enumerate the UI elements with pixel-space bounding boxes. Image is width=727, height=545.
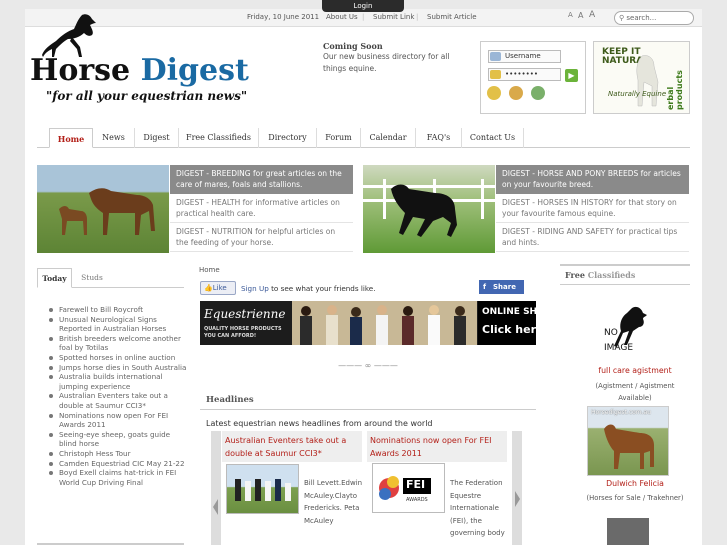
login-submit-button[interactable]: ▶	[565, 69, 578, 82]
site-logo[interactable]: Horse Digest	[30, 53, 249, 88]
headline-card-title[interactable]: Nominations now open For FEI Awards 2011	[367, 431, 507, 462]
current-date: Friday, 10 June 2011	[247, 13, 320, 21]
forgot-username-icon[interactable]	[509, 86, 523, 100]
headline-card-body: Bill Levett.Edwin McAuley.Clayto Frederi…	[304, 479, 363, 525]
headline-card-title[interactable]: Australian Eventers take out a double at…	[222, 431, 362, 462]
user-icon	[490, 52, 501, 61]
news-tabs: Today Studs	[37, 268, 184, 288]
about-us-link[interactable]: About Us	[326, 13, 358, 21]
classified-photo[interactable]	[607, 518, 649, 545]
nav-faqs[interactable]: FAQ's	[416, 128, 462, 148]
list-item[interactable]: Australian Eventers take out a double at…	[48, 391, 188, 410]
list-item[interactable]: Nominations now open For FEI Awards 2011	[48, 411, 188, 430]
list-item[interactable]: Spotted horses in online auction	[48, 353, 188, 363]
coming-soon-text: Our new business directory for all thing…	[323, 52, 450, 73]
classifieds-title: Free Classifieds	[560, 264, 690, 285]
facebook-icon: f	[483, 283, 487, 291]
headline-card[interactable]: Nominations now open For FEI Awards 2011…	[367, 431, 507, 545]
news-list: Farewell to Bill Roycroft Unusual Neurol…	[48, 305, 188, 487]
list-item[interactable]: Boyd Exell claims hat-trick in FEI World…	[48, 468, 188, 487]
classified-category: (Agistment / Agistment Available)	[595, 382, 675, 402]
nav-calendar[interactable]: Calendar	[361, 128, 416, 148]
register-icon[interactable]	[531, 86, 545, 100]
no-image-placeholder[interactable]: NO IMAGE	[587, 301, 669, 361]
headlines-subtitle: Latest equestrian news headlines from ar…	[206, 419, 433, 428]
nav-contact-us[interactable]: Contact Us	[462, 128, 524, 148]
feature-breeding[interactable]: DIGEST - BREEDING for great articles on …	[170, 165, 353, 194]
headline-card[interactable]: Australian Eventers take out a double at…	[222, 431, 362, 545]
username-field[interactable]: Username	[488, 50, 561, 63]
font-size-small-button[interactable]: A	[568, 11, 573, 19]
font-size-large-button[interactable]: A	[589, 10, 595, 20]
classified-title[interactable]: Dulwich Felicia	[560, 479, 710, 488]
facebook-signup-link[interactable]: Sign Up	[241, 284, 269, 293]
list-item[interactable]: Farewell to Bill Roycroft	[48, 305, 188, 315]
facebook-like-button[interactable]: 👍Like	[200, 281, 236, 295]
lock-icon: ▶	[568, 71, 575, 80]
feature-history[interactable]: DIGEST - HORSES IN HISTORY for that stor…	[496, 194, 689, 223]
thumbs-up-icon: 👍	[204, 284, 213, 292]
headline-card-body: The Federation Equestre Internationale (…	[450, 479, 505, 538]
white-horse-image	[636, 55, 659, 107]
login-panel: Username •••••••• ▶	[480, 41, 586, 114]
nav-digest[interactable]: Digest	[135, 128, 179, 148]
tab-studs[interactable]: Studs	[73, 268, 111, 288]
feature-nutrition[interactable]: DIGEST - NUTRITION for helpful articles …	[170, 223, 353, 252]
ornament-divider: ——— ∞ ———	[338, 361, 398, 370]
search-icon: ⚲	[619, 14, 625, 22]
site-tagline: "for all your equestrian news"	[46, 89, 248, 103]
carousel-prev-button[interactable]	[211, 431, 221, 545]
coming-soon-title: Coming Soon	[323, 41, 383, 51]
list-item[interactable]: Christoph Hess Tour	[48, 449, 188, 459]
nav-forum[interactable]: Forum	[317, 128, 361, 148]
carousel-next-button[interactable]	[512, 431, 522, 545]
list-item[interactable]: British breeders welcome another foal by…	[48, 334, 188, 353]
feature-breeds[interactable]: DIGEST - HORSE AND PONY BREEDS for artic…	[496, 165, 689, 194]
black-pony-image[interactable]	[363, 165, 495, 253]
riders-image	[292, 301, 477, 345]
equestrienne-banner[interactable]: Equestrienne QUALITY HORSE PRODUCTS YOU …	[200, 301, 536, 345]
headlines-title: Headlines	[200, 395, 536, 410]
tab-today[interactable]: Today	[37, 268, 72, 288]
facebook-like-text: Sign Up to see what your friends like.	[241, 284, 376, 293]
login-button[interactable]: Login	[322, 0, 404, 12]
nav-news[interactable]: News	[93, 128, 135, 148]
nav-directory[interactable]: Directory	[259, 128, 317, 148]
naturally-equine-ad[interactable]: KEEP IT NATURAL erbal products Naturally …	[593, 41, 690, 114]
font-size-medium-button[interactable]: A	[578, 11, 583, 20]
facebook-share-button[interactable]: f Share	[479, 280, 524, 294]
list-item[interactable]: Unusual Neurological Signs Reported in A…	[48, 315, 188, 334]
mare-and-foal-image[interactable]	[37, 165, 169, 253]
password-field[interactable]: ••••••••	[488, 68, 561, 81]
fei-awards-logo: FEI AWARDS	[372, 463, 445, 513]
main-nav: Home News Digest Free Classifieds Direct…	[37, 128, 690, 148]
breadcrumb[interactable]: Home	[199, 266, 220, 274]
chevron-left-icon	[213, 499, 218, 515]
search-input[interactable]: ⚲ search...	[614, 11, 694, 25]
feature-health[interactable]: DIGEST - HEALTH for informative articles…	[170, 194, 353, 223]
feature-riding-safety[interactable]: DIGEST - RIDING AND SAFETY for practical…	[496, 223, 689, 252]
chevron-right-icon	[515, 491, 520, 507]
classified-title[interactable]: full care agistment	[560, 366, 710, 375]
submit-article-link[interactable]: Submit Article	[427, 13, 477, 21]
list-item[interactable]: Camden Equestriad CIC May 21-22	[48, 459, 188, 469]
list-item[interactable]: Australia builds international jumping e…	[48, 372, 188, 391]
list-item[interactable]: Jumps horse dies in South Australia	[48, 363, 188, 373]
forgot-password-icon[interactable]	[487, 86, 501, 100]
list-item[interactable]: Seeing-eye sheep, goats guide blind hors…	[48, 430, 188, 449]
submit-link-link[interactable]: Submit Link	[373, 13, 414, 21]
key-icon	[490, 70, 501, 79]
nav-free-classifieds[interactable]: Free Classifieds	[179, 128, 259, 148]
classified-horse-photo[interactable]: Horsedigest.com.au	[587, 406, 669, 476]
eventers-photo	[226, 464, 299, 514]
nav-home[interactable]: Home	[49, 128, 93, 148]
classified-category: (Horses for Sale / Trakehner)	[586, 494, 684, 502]
